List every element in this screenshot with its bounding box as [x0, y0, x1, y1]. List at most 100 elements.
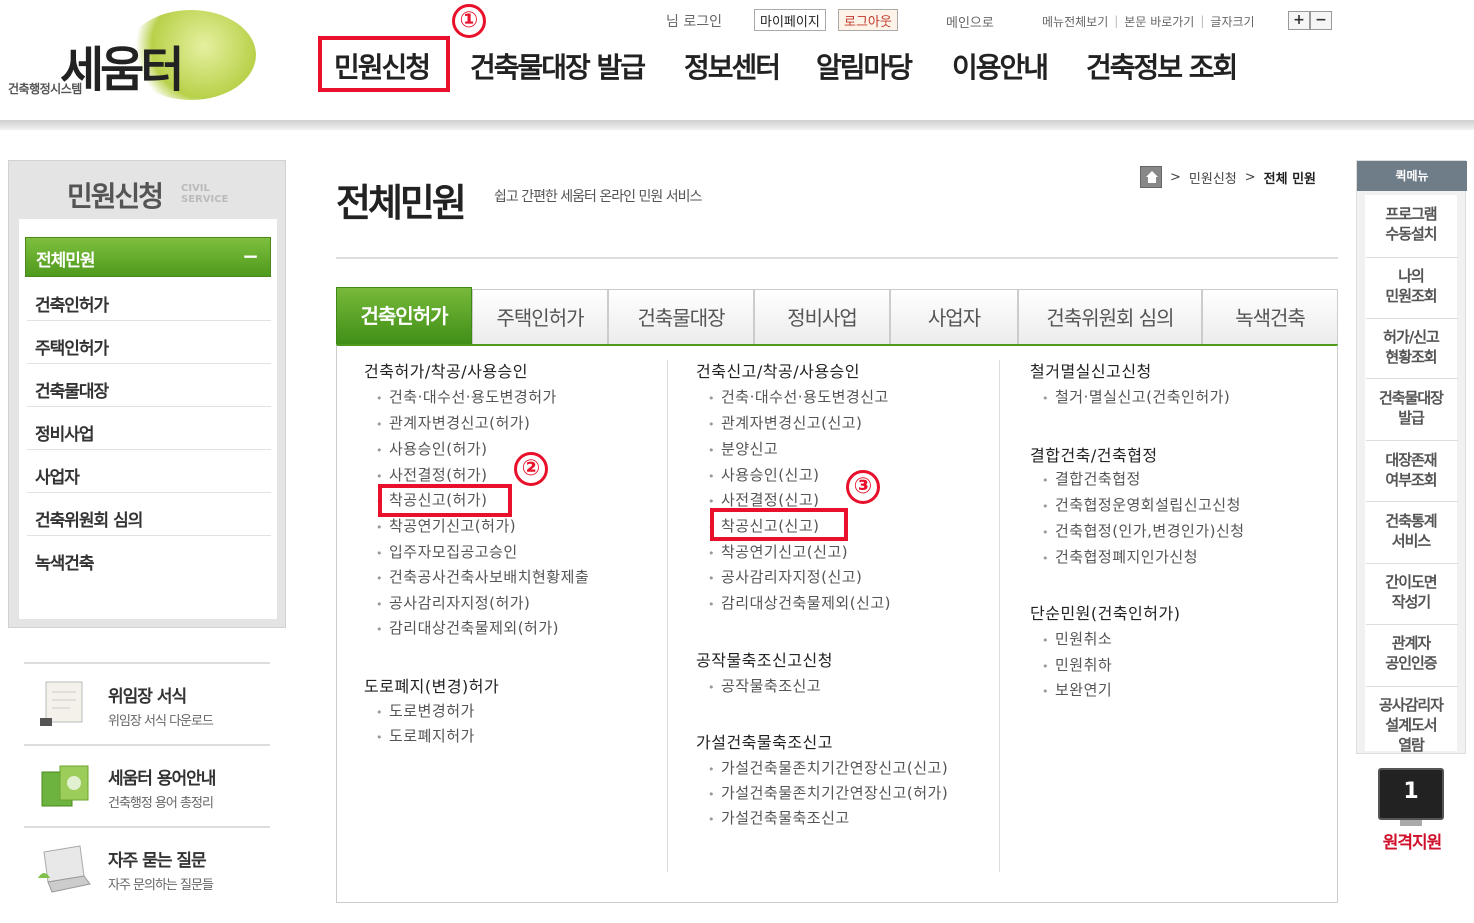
- quickmenu-ledger-issue[interactable]: 건축물대장 발급: [1356, 388, 1466, 428]
- breadcrumb-separator: >: [1170, 169, 1181, 185]
- bullet-icon: •: [708, 572, 715, 585]
- font-increase-button[interactable]: +: [1288, 11, 1310, 30]
- list-item[interactable]: • 착공연기신고(신고): [708, 541, 848, 562]
- sidebar-item-maintenance[interactable]: 정비사업: [27, 410, 271, 450]
- header: 세움터 건축행정시스템 님 로그인 마이페이지 로그아웃 메인으로 메뉴전체보기…: [0, 0, 1474, 122]
- tab-building-permit[interactable]: 건축인허가: [336, 287, 472, 345]
- list-item[interactable]: • 분양신고: [708, 438, 778, 459]
- list-item[interactable]: • 입주자모집공고승인: [376, 541, 518, 562]
- sidebar-item-housing-permit[interactable]: 주택인허가: [27, 324, 271, 364]
- sidebar-item-green-building[interactable]: 녹색건축: [27, 539, 271, 579]
- tab-building-ledger[interactable]: 건축물대장: [608, 289, 754, 345]
- gnb-info-center[interactable]: 정보센터: [684, 46, 781, 86]
- tab-green-building[interactable]: 녹색건축: [1202, 289, 1338, 345]
- list-item[interactable]: • 관계자변경신고(신고): [708, 412, 862, 433]
- sidebar-item-all-civil[interactable]: 전체민원 −: [25, 237, 271, 277]
- quick-link-title: 세움터 용어안내: [108, 769, 216, 789]
- list-item[interactable]: • 사전결정(신고): [708, 489, 820, 510]
- bullet-icon: •: [376, 521, 383, 534]
- divider: [1366, 686, 1458, 687]
- list-item[interactable]: • 건축협정운영회설립신고신청: [1042, 494, 1241, 515]
- list-item[interactable]: • 관계자변경신고(허가): [376, 412, 530, 433]
- logout-button[interactable]: 로그아웃: [838, 9, 898, 31]
- sidebar-item-building-permit[interactable]: 건축인허가: [27, 281, 271, 321]
- list-item-label: 관계자변경신고(신고): [721, 414, 863, 432]
- list-item[interactable]: • 민원취소: [1042, 628, 1112, 649]
- list-item[interactable]: • 도로폐지허가: [376, 725, 475, 746]
- quickmenu-my-civil[interactable]: 나의 민원조회: [1356, 266, 1466, 306]
- list-item[interactable]: • 철거·멸실신고(건축인허가): [1042, 386, 1230, 407]
- list-item[interactable]: • 건축협정폐지인가신청: [1042, 546, 1198, 567]
- breadcrumb-item[interactable]: 민원신청: [1189, 168, 1237, 187]
- divider: [1366, 624, 1458, 625]
- bullet-icon: •: [708, 392, 715, 405]
- quickmenu-statistics[interactable]: 건축통계 서비스: [1356, 511, 1466, 551]
- quickmenu-program-install[interactable]: 프로그램 수동설치: [1356, 204, 1466, 244]
- skip-to-content-link[interactable]: 본문 바로가기: [1124, 13, 1194, 30]
- sidebar-item-business[interactable]: 사업자: [27, 453, 271, 493]
- bullet-icon: •: [376, 706, 383, 719]
- list-item[interactable]: • 감리대상건축물제외(신고): [708, 592, 891, 613]
- remote-support-monitor-icon[interactable]: 1: [1378, 768, 1444, 820]
- left-sidebar: 민원신청 CIVIL SERVICE 전체민원 − 건축인허가 주택인허가 건축…: [8, 160, 286, 628]
- tab-committee[interactable]: 건축위원회 심의: [1018, 289, 1202, 345]
- sidebar-item-building-ledger[interactable]: 건축물대장: [27, 367, 271, 407]
- bullet-icon: •: [708, 444, 715, 457]
- quickmenu-cert[interactable]: 관계자 공인인증: [1356, 633, 1466, 673]
- bullet-icon: •: [708, 598, 715, 611]
- list-item[interactable]: • 건축협정(인가,변경인가)신청: [1042, 520, 1245, 541]
- list-item[interactable]: • 사용승인(신고): [708, 464, 820, 485]
- quickmenu-ledger-exists[interactable]: 대장존재 여부조회: [1356, 450, 1466, 490]
- remote-support-link[interactable]: 원격지원: [1372, 828, 1452, 853]
- list-item-label: 건축협정운영회설립신고신청: [1055, 496, 1241, 514]
- document-icon: [40, 681, 83, 726]
- font-decrease-button[interactable]: −: [1310, 11, 1332, 30]
- gnb-building-info-search[interactable]: 건축정보 조회: [1086, 46, 1238, 86]
- list-item[interactable]: • 공작물축조신고: [708, 675, 821, 696]
- main-link[interactable]: 메인으로: [946, 10, 994, 32]
- list-item[interactable]: • 건축공사건축사보배치현황제출: [376, 566, 589, 587]
- list-item[interactable]: • 가설건축물존치기간연장신고(허가): [708, 782, 948, 803]
- list-item-label: 가설건축물축조신고: [721, 809, 850, 827]
- quickmenu-permit-status[interactable]: 허가/신고 현황조회: [1356, 327, 1466, 367]
- list-item[interactable]: • 사용승인(허가): [376, 438, 488, 459]
- list-item-label: 공작물축조신고: [721, 677, 822, 695]
- list-item[interactable]: • 민원취하: [1042, 654, 1112, 675]
- list-item[interactable]: • 착공연기신고(허가): [376, 515, 516, 536]
- quickmenu-simple-drawing[interactable]: 간이도면 작성기: [1356, 572, 1466, 612]
- list-item[interactable]: • 사전결정(허가): [376, 464, 488, 485]
- list-item[interactable]: • 결합건축협정: [1042, 468, 1141, 489]
- all-menu-link[interactable]: 메뉴전체보기: [1042, 13, 1108, 30]
- quick-link-proxy-form[interactable]: 위임장 서식 위임장 서식 다운로드: [24, 662, 270, 744]
- tab-housing-permit[interactable]: 주택인허가: [472, 289, 608, 345]
- quick-link-faq[interactable]: 자주 묻는 질문 자주 문의하는 질문들: [24, 826, 270, 908]
- list-item[interactable]: • 건축·대수선·용도변경허가: [376, 386, 557, 407]
- seumteo-logo[interactable]: 세움터 건축행정시스템: [6, 8, 256, 108]
- bullet-icon: •: [708, 547, 715, 560]
- gnb-guide[interactable]: 이용안내: [952, 46, 1049, 86]
- home-icon[interactable]: [1140, 166, 1162, 188]
- quick-link-glossary[interactable]: 세움터 용어안내 건축행정 용어 총정리: [24, 744, 270, 826]
- divider: |: [1114, 14, 1119, 28]
- sidebar-item-committee[interactable]: 건축위원회 심의: [27, 496, 271, 536]
- list-item[interactable]: • 건축·대수선·용도변경신고: [708, 386, 889, 407]
- list-item[interactable]: • 도로변경허가: [376, 700, 475, 721]
- gnb-building-ledger[interactable]: 건축물대장 발급: [470, 46, 646, 86]
- list-item[interactable]: • 감리대상건축물제외(허가): [376, 617, 559, 638]
- list-item[interactable]: • 가설건축물존치기간연장신고(신고): [708, 757, 948, 778]
- mypage-button[interactable]: 마이페이지: [754, 9, 826, 31]
- list-item[interactable]: • 가설건축물축조신고: [708, 807, 850, 828]
- tab-maintenance[interactable]: 정비사업: [754, 289, 890, 345]
- list-item[interactable]: • 공사감리자지정(허가): [376, 592, 530, 613]
- bullet-icon: •: [1042, 552, 1049, 565]
- tab-business[interactable]: 사업자: [890, 289, 1018, 345]
- list-item-label: 감리대상건축물제외(허가): [389, 619, 560, 637]
- list-item-label: 공사감리자지정(신고): [721, 568, 863, 586]
- quickmenu-supervisor-docs[interactable]: 공사감리자 설계도서 열람: [1356, 695, 1466, 755]
- list-item-label: 도로변경허가: [389, 702, 475, 720]
- list-item[interactable]: • 보완연기: [1042, 679, 1112, 700]
- bullet-icon: •: [376, 418, 383, 431]
- list-item[interactable]: • 공사감리자지정(신고): [708, 566, 862, 587]
- quick-link-subtitle: 위임장 서식 다운로드: [108, 714, 214, 729]
- gnb-notice[interactable]: 알림마당: [816, 46, 913, 86]
